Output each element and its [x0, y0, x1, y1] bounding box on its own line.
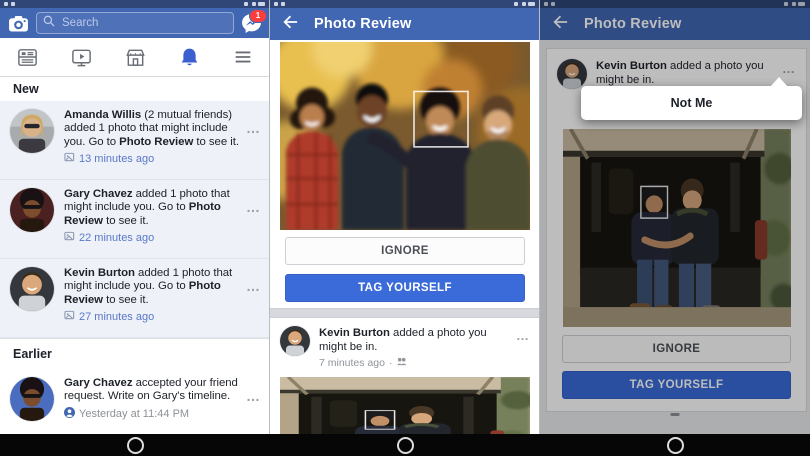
panel-photo-review: Photo Review IGNORE TAG YOURSELF Kevin B… — [269, 0, 540, 456]
more-options-button[interactable]: … — [246, 121, 261, 135]
notification-gary-photo[interactable]: Gary Chavez added 1 photo that might inc… — [0, 180, 270, 259]
timestamp: Yesterday at 11:44 PM — [64, 406, 244, 421]
not-me-label: Not Me — [670, 96, 713, 110]
triple-screenshot: 1 New Amanda Willis (2 mutual — [0, 0, 810, 456]
tab-bar — [0, 38, 270, 77]
meta-separator: · — [388, 356, 393, 369]
photo-icon — [64, 310, 75, 324]
ignore-button[interactable]: IGNORE — [285, 237, 525, 265]
tag-yourself-button[interactable]: TAG YOURSELF — [285, 274, 525, 302]
post-meta: 7 minutes ago · — [319, 357, 514, 369]
card-divider — [270, 308, 540, 318]
photo-icon — [64, 152, 75, 166]
notification-text: Kevin Burton added 1 photo that might in… — [64, 267, 233, 306]
notification-kevin-photo[interactable]: Kevin Burton added 1 photo that might in… — [0, 259, 270, 338]
facebook-header: 1 — [0, 8, 270, 38]
not-me-popup-menu-item[interactable]: Not Me — [581, 77, 802, 120]
home-button[interactable] — [396, 436, 414, 454]
modal-scrim[interactable] — [540, 0, 810, 434]
popup-caret — [770, 77, 788, 87]
search-input[interactable] — [60, 16, 227, 30]
timestamp: 27 minutes ago — [64, 310, 244, 324]
panel-notifications: 1 New Amanda Willis (2 mutual — [0, 0, 270, 456]
more-options-button[interactable]: … — [246, 200, 261, 214]
avatar[interactable] — [10, 377, 54, 421]
friends-icon — [396, 357, 407, 369]
photo-review-header: Photo Review — [270, 8, 540, 40]
tab-notifications-bell-active[interactable] — [162, 38, 216, 76]
android-nav-bar — [540, 434, 810, 456]
section-header-new: New — [0, 77, 270, 101]
more-options-button[interactable]: … — [246, 389, 261, 403]
avatar[interactable] — [10, 109, 54, 153]
panel-photo-review-popup: Photo Review Kevin Burton added a photo … — [539, 0, 810, 456]
trunk-photo-cropped[interactable] — [280, 377, 530, 435]
avatar[interactable] — [10, 188, 54, 232]
notification-body: Kevin Burton added 1 photo that might in… — [64, 267, 244, 337]
search-icon — [43, 14, 55, 32]
tab-news-feed[interactable] — [0, 38, 54, 76]
status-bar — [0, 0, 270, 8]
status-bar — [270, 0, 540, 8]
photo-icon — [64, 231, 75, 245]
notification-body: Amanda Willis (2 mutual friends) added 1… — [64, 109, 244, 179]
messenger-badge: 1 — [249, 8, 267, 23]
android-nav-bar — [270, 434, 540, 456]
post-header: Kevin Burton added a photo you might be … — [280, 326, 530, 369]
timestamp: 22 minutes ago — [64, 231, 244, 245]
search-bar[interactable] — [36, 12, 234, 34]
notification-body: Gary Chavez added 1 photo that might inc… — [64, 188, 244, 258]
camera-icon[interactable] — [8, 15, 29, 32]
page-title: Photo Review — [314, 16, 412, 32]
messenger-icon[interactable]: 1 — [241, 8, 267, 34]
avatar[interactable] — [280, 326, 310, 356]
notification-text: Gary Chavez accepted your friend request… — [64, 377, 238, 403]
home-button[interactable] — [666, 436, 684, 454]
timestamp: 13 minutes ago — [64, 152, 244, 166]
notification-amanda-photo[interactable]: Amanda Willis (2 mutual friends) added 1… — [0, 101, 270, 180]
group-photo-with-face-box[interactable] — [280, 42, 530, 230]
tab-marketplace[interactable] — [108, 38, 162, 76]
post-header-text: Kevin Burton added a photo you might be … — [319, 326, 514, 369]
tab-watch[interactable] — [54, 38, 108, 76]
avatar[interactable] — [10, 267, 54, 311]
home-button[interactable] — [126, 436, 144, 454]
photo-post-card[interactable]: Kevin Burton added a photo you might be … — [270, 318, 540, 435]
notification-text: Gary Chavez added 1 photo that might inc… — [64, 188, 230, 227]
more-options-button[interactable]: … — [246, 279, 261, 293]
photo-review-card: IGNORE TAG YOURSELF — [270, 40, 540, 308]
section-header-earlier: Earlier — [0, 338, 270, 369]
post-text: Kevin Burton added a photo you might be … — [319, 327, 487, 354]
android-nav-bar — [0, 434, 270, 456]
fb-friend-icon — [64, 406, 75, 421]
more-options-button[interactable]: … — [516, 328, 530, 343]
tab-menu[interactable] — [216, 38, 270, 76]
notification-gary-friend-accept[interactable]: Gary Chavez accepted your friend request… — [0, 369, 270, 444]
back-arrow-icon[interactable] — [282, 14, 298, 35]
notification-text: Amanda Willis (2 mutual friends) added 1… — [64, 109, 239, 148]
